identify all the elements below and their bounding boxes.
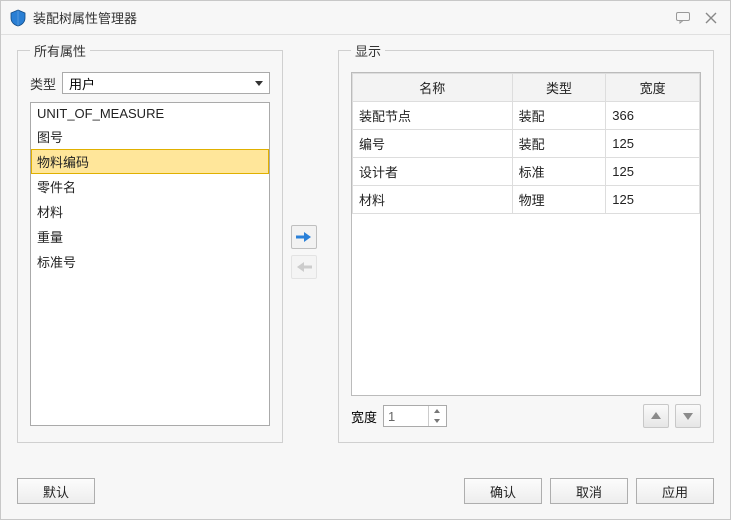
type-select-value: 用户 <box>69 74 95 93</box>
table-cell: 125 <box>606 158 700 186</box>
all-properties-panel: 所有属性 类型 用户 UNIT_OF_MEASURE图号物料编码零件名材料重量标… <box>17 41 283 443</box>
cancel-button[interactable]: 取消 <box>550 478 628 504</box>
all-properties-legend: 所有属性 <box>30 41 90 60</box>
width-input[interactable] <box>384 407 428 425</box>
width-label: 宽度 <box>351 407 377 426</box>
table-cell: 编号 <box>353 130 513 158</box>
dialog-window: 装配树属性管理器 所有属性 类型 用户 UNIT_OF_MEASURE图号物料编… <box>0 0 731 520</box>
width-spinner[interactable] <box>383 405 447 427</box>
list-item[interactable]: 重量 <box>31 224 269 249</box>
table-row[interactable]: 编号装配125 <box>353 130 700 158</box>
table-row[interactable]: 设计者标准125 <box>353 158 700 186</box>
table-cell: 材料 <box>353 186 513 214</box>
display-panel: 显示 名称 类型 宽度 装配节点装配366编号装配125设计者标准125材料物理… <box>338 41 714 443</box>
list-item[interactable]: 图号 <box>31 124 269 149</box>
display-legend: 显示 <box>351 41 385 60</box>
list-item[interactable]: UNIT_OF_MEASURE <box>31 103 269 124</box>
ok-button[interactable]: 确认 <box>464 478 542 504</box>
table-cell: 物理 <box>512 186 606 214</box>
list-item[interactable]: 物料编码 <box>31 149 269 174</box>
table-header-row: 名称 类型 宽度 <box>353 74 700 102</box>
table-cell: 366 <box>606 102 700 130</box>
window-title: 装配树属性管理器 <box>33 8 137 27</box>
table-cell: 装配 <box>512 130 606 158</box>
list-item[interactable]: 材料 <box>31 199 269 224</box>
dialog-footer: 默认 确认 取消 应用 <box>1 463 730 519</box>
app-icon <box>9 9 27 27</box>
table-cell: 设计者 <box>353 158 513 186</box>
move-down-button[interactable] <box>675 404 701 428</box>
titlebar: 装配树属性管理器 <box>1 1 730 35</box>
display-table[interactable]: 名称 类型 宽度 装配节点装配366编号装配125设计者标准125材料物理125 <box>351 72 701 396</box>
table-cell: 标准 <box>512 158 606 186</box>
type-label: 类型 <box>30 74 56 93</box>
col-header-name[interactable]: 名称 <box>353 74 513 102</box>
type-select[interactable]: 用户 <box>62 72 270 94</box>
apply-button[interactable]: 应用 <box>636 478 714 504</box>
table-row[interactable]: 装配节点装配366 <box>353 102 700 130</box>
feedback-icon[interactable] <box>672 10 694 26</box>
table-cell: 装配 <box>512 102 606 130</box>
table-cell: 装配节点 <box>353 102 513 130</box>
move-right-button[interactable] <box>291 225 317 249</box>
spinner-up-icon[interactable] <box>429 406 444 416</box>
transfer-buttons <box>291 41 317 463</box>
table-cell: 125 <box>606 130 700 158</box>
spinner-down-icon[interactable] <box>429 416 444 426</box>
list-item[interactable]: 标准号 <box>31 249 269 274</box>
content-area: 所有属性 类型 用户 UNIT_OF_MEASURE图号物料编码零件名材料重量标… <box>1 41 730 463</box>
close-icon[interactable] <box>700 10 722 26</box>
default-button[interactable]: 默认 <box>17 478 95 504</box>
move-up-button[interactable] <box>643 404 669 428</box>
table-row[interactable]: 材料物理125 <box>353 186 700 214</box>
move-left-button[interactable] <box>291 255 317 279</box>
col-header-type[interactable]: 类型 <box>512 74 606 102</box>
list-item[interactable]: 零件名 <box>31 174 269 199</box>
col-header-width[interactable]: 宽度 <box>606 74 700 102</box>
chevron-down-icon <box>255 81 263 86</box>
all-properties-list[interactable]: UNIT_OF_MEASURE图号物料编码零件名材料重量标准号 <box>30 102 270 426</box>
table-cell: 125 <box>606 186 700 214</box>
